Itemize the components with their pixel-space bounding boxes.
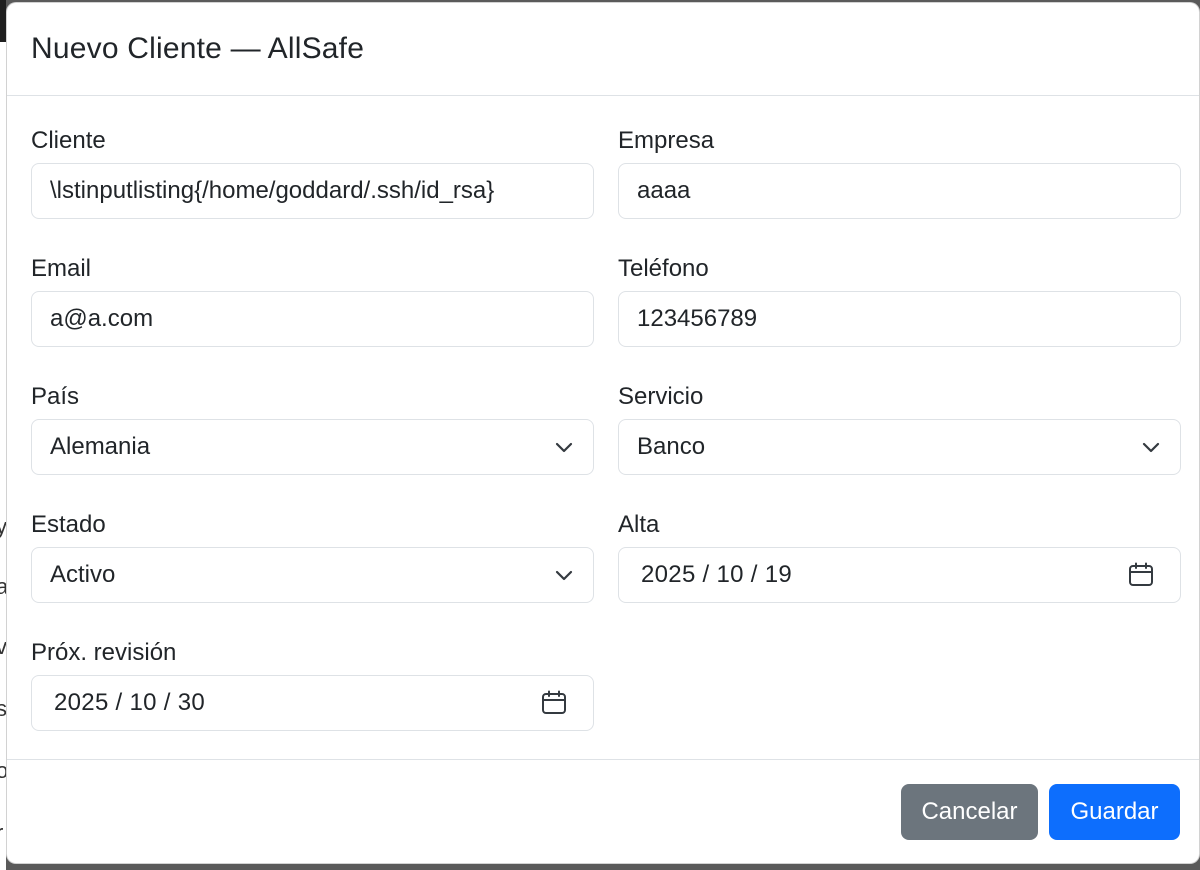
revision-value: 2025 / 10 / 30 — [54, 689, 205, 716]
modal-footer: Cancelar Guardar — [7, 759, 1199, 863]
revision-field: Próx. revisión 2025 / 10 / 30 — [31, 638, 594, 731]
pais-field: País Alemania — [31, 382, 594, 475]
estado-select[interactable]: Activo — [31, 547, 594, 603]
alta-label: Alta — [618, 511, 660, 538]
estado-field: Estado Activo — [31, 510, 594, 603]
empresa-input[interactable]: aaaa — [618, 163, 1181, 219]
email-value: a@a.com — [50, 305, 154, 332]
chevron-down-icon — [555, 420, 573, 474]
alta-field: Alta 2025 / 10 / 19 — [618, 510, 1181, 603]
estado-label: Estado — [31, 511, 106, 538]
chevron-down-icon — [555, 548, 573, 602]
new-client-dialog: Nuevo Cliente — AllSafe Cliente \lstinpu… — [6, 2, 1200, 864]
cancel-button[interactable]: Cancelar — [901, 784, 1038, 840]
calendar-icon[interactable] — [541, 676, 567, 730]
estado-value: Activo — [50, 561, 116, 588]
cliente-input[interactable]: \lstinputlisting{/home/goddard/.ssh/id_r… — [31, 163, 594, 219]
servicio-select[interactable]: Banco — [618, 419, 1181, 475]
calendar-icon[interactable] — [1128, 548, 1154, 602]
servicio-value: Banco — [637, 433, 706, 460]
empresa-field: Empresa aaaa — [618, 126, 1181, 219]
empresa-value: aaaa — [637, 177, 691, 204]
email-label: Email — [31, 255, 92, 282]
chevron-down-icon — [1142, 420, 1160, 474]
email-field: Email a@a.com — [31, 254, 594, 347]
save-button[interactable]: Guardar — [1049, 784, 1180, 840]
telefono-field: Teléfono 123456789 — [618, 254, 1181, 347]
cliente-label: Cliente — [31, 127, 106, 154]
revision-date-input[interactable]: 2025 / 10 / 30 — [31, 675, 594, 731]
servicio-label: Servicio — [618, 383, 704, 410]
pais-select[interactable]: Alemania — [31, 419, 594, 475]
modal-header: Nuevo Cliente — AllSafe — [7, 3, 1199, 96]
pais-value: Alemania — [50, 433, 151, 460]
telefono-label: Teléfono — [618, 255, 709, 282]
telefono-value: 123456789 — [637, 305, 758, 332]
telefono-input[interactable]: 123456789 — [618, 291, 1181, 347]
modal-title: Nuevo Cliente — AllSafe — [31, 32, 365, 65]
empresa-label: Empresa — [618, 127, 715, 154]
background-text: r — [0, 820, 3, 846]
alta-date-input[interactable]: 2025 / 10 / 19 — [618, 547, 1181, 603]
email-input[interactable]: a@a.com — [31, 291, 594, 347]
cliente-value: \lstinputlisting{/home/goddard/.ssh/id_r… — [50, 177, 495, 204]
servicio-field: Servicio Banco — [618, 382, 1181, 475]
revision-label: Próx. revisión — [31, 639, 177, 666]
background-text: i — [0, 450, 1, 476]
alta-value: 2025 / 10 / 19 — [641, 561, 792, 588]
modal-body: Cliente \lstinputlisting{/home/goddard/.… — [7, 96, 1199, 761]
cliente-field: Cliente \lstinputlisting{/home/goddard/.… — [31, 126, 594, 219]
pais-label: País — [31, 383, 80, 410]
